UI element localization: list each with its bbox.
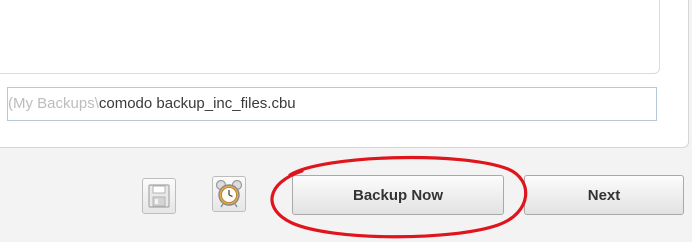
backup-path-prefix: (My Backups\ [8,95,99,112]
schedule-button[interactable] [212,176,246,212]
settings-panel: (My Backups\comodo backup_inc_files.cbu [0,0,689,148]
next-button[interactable]: Next [524,175,684,215]
backup-path-field[interactable]: (My Backups\comodo backup_inc_files.cbu [7,87,657,121]
backup-now-button[interactable]: Backup Now [292,175,504,215]
alarm-clock-icon [215,179,243,208]
options-box [0,0,660,74]
save-settings-button[interactable] [142,178,176,214]
save-disk-icon [148,184,170,208]
backup-path-filename: comodo backup_inc_files.cbu [98,95,296,112]
